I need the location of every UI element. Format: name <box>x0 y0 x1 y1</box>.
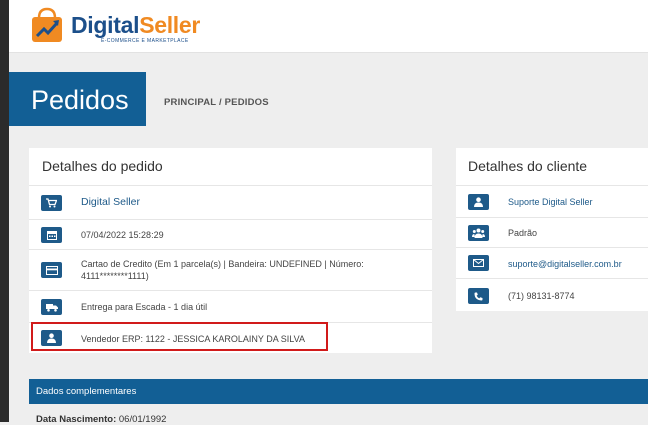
complementary-data-header[interactable]: Dados complementares <box>29 379 648 404</box>
user-icon <box>468 194 489 210</box>
envelope-icon <box>468 255 489 271</box>
payment-info: Cartao de Credito (Em 1 parcela(s) | Ban… <box>81 258 411 282</box>
client-phone: (71) 98131-8774 <box>508 291 575 301</box>
payment-info-line2: 4111********1111) <box>81 271 149 281</box>
page-title-box: Pedidos <box>9 72 146 126</box>
users-icon <box>468 225 489 241</box>
order-shipping-row: Entrega para Escada - 1 dia útil <box>29 290 432 323</box>
logo-icon[interactable] <box>29 6 65 44</box>
store-name-link[interactable]: Digital Seller <box>81 196 140 208</box>
complementary-data-heading: Dados complementares <box>36 386 137 397</box>
page-title: Pedidos <box>31 85 129 115</box>
brand-tagline: E-COMMERCE E MARKETPLACE <box>101 38 189 44</box>
payment-info-line1: Cartao de Credito (Em 1 parcela(s) | Ban… <box>81 259 364 269</box>
client-group: Padrão <box>508 228 538 238</box>
client-name-row: Suporte Digital Seller <box>456 185 648 218</box>
brand-name: DigitalSeller <box>71 13 200 37</box>
client-email-row: suporte@digitalseller.com.br <box>456 247 648 279</box>
client-details-heading: Detalhes do cliente <box>468 158 588 174</box>
birth-date-label: Data Nascimento: <box>36 414 117 425</box>
order-details-heading: Detalhes do pedido <box>42 158 163 174</box>
client-email-link[interactable]: suporte@digitalseller.com.br <box>508 258 622 270</box>
cart-icon <box>41 195 62 211</box>
shipping-method: Entrega para Escada - 1 dia útil <box>81 302 208 312</box>
phone-icon <box>468 288 489 304</box>
order-date-row: 07/04/2022 15:28:29 <box>29 219 432 250</box>
order-payment-row: Cartao de Credito (Em 1 parcela(s) | Ban… <box>29 249 432 291</box>
breadcrumb[interactable]: PRINCIPAL / PEDIDOS <box>164 97 269 108</box>
seller-highlight-box <box>31 322 328 351</box>
top-header: DigitalSeller E-COMMERCE E MARKETPLACE <box>9 0 648 53</box>
client-name-link[interactable]: Suporte Digital Seller <box>508 196 593 208</box>
calendar-icon <box>41 227 62 243</box>
birth-date: Data Nascimento: 06/01/1992 <box>36 414 166 425</box>
client-phone-row: (71) 98131-8774 <box>456 278 648 312</box>
order-store-row: Digital Seller <box>29 185 432 220</box>
credit-card-icon <box>41 262 62 278</box>
client-details-card: Detalhes do cliente Suporte Digital Sell… <box>456 148 648 311</box>
truck-icon <box>41 299 62 315</box>
birth-date-value: 06/01/1992 <box>118 414 167 425</box>
brand-name-part1: Digital <box>71 12 140 38</box>
client-group-row: Padrão <box>456 217 648 248</box>
order-date: 07/04/2022 15:28:29 <box>81 230 164 240</box>
left-sidebar-strip <box>0 0 9 422</box>
brand-name-part2: Seller <box>139 12 201 38</box>
